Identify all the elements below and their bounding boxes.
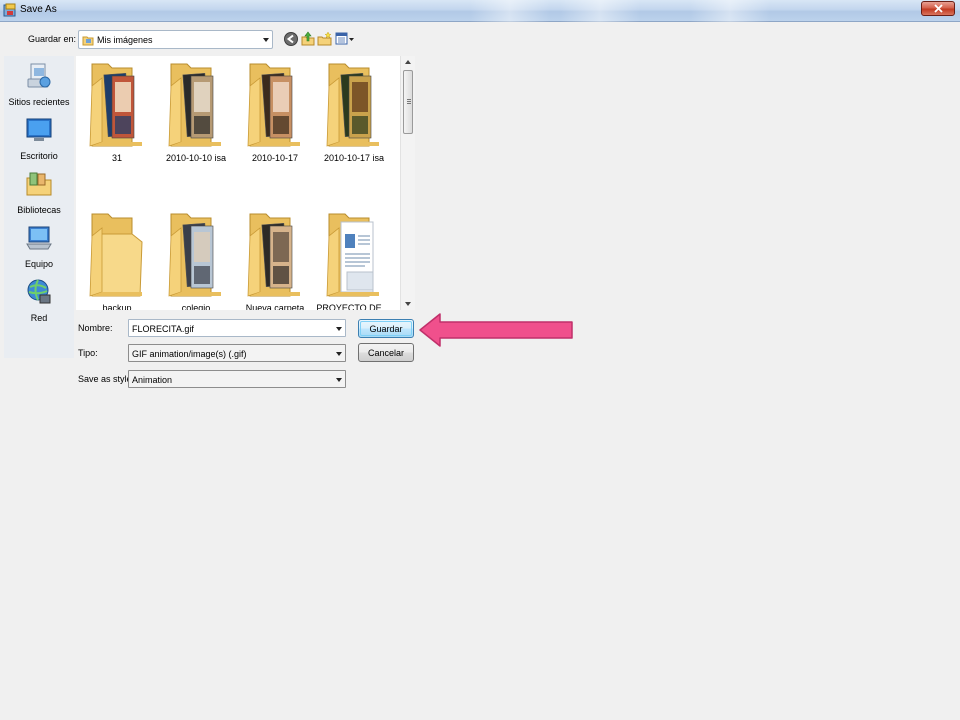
folder-item[interactable]: 2010-10-17 <box>236 56 314 186</box>
up-folder-icon[interactable] <box>300 31 316 47</box>
places-bar: Sitios recientes Escritorio Bibliotecas … <box>4 56 74 358</box>
save-style-select[interactable]: Animation <box>128 370 346 388</box>
scroll-up-arrow-icon[interactable] <box>405 60 411 64</box>
title-bar-highlight <box>560 0 640 22</box>
folder-name: colegio <box>181 303 211 310</box>
place-libraries[interactable]: Bibliotecas <box>4 170 74 220</box>
close-icon <box>933 4 943 13</box>
folder-name: backup <box>102 303 132 310</box>
folder-icon <box>247 213 300 297</box>
file-type-label: Tipo: <box>78 348 98 358</box>
chevron-down-icon[interactable] <box>336 378 342 382</box>
save-style-value: Animation <box>132 375 173 385</box>
file-name-label: Nombre: <box>78 323 113 333</box>
folder-name: 2010-10-17 <box>251 153 299 163</box>
title-bar: Save As <box>0 0 960 22</box>
folder-item[interactable]: 2010-10-17 isa <box>315 56 393 186</box>
libraries-icon <box>26 172 52 196</box>
folder-item[interactable]: colegio <box>157 206 235 310</box>
folder-icon <box>326 63 379 147</box>
scroll-down-arrow-icon[interactable] <box>405 302 411 306</box>
chevron-down-icon[interactable] <box>336 352 342 356</box>
folder-icon <box>326 213 379 297</box>
view-menu-icon[interactable] <box>335 31 355 47</box>
chevron-down-icon[interactable] <box>263 38 269 42</box>
title-bar-highlight <box>470 0 550 22</box>
annotation-arrow <box>419 313 573 347</box>
cancel-button[interactable]: Cancelar <box>358 343 414 362</box>
folder-icon <box>168 213 221 297</box>
network-icon <box>27 279 51 304</box>
place-network[interactable]: Red <box>4 278 74 328</box>
folder-icon <box>89 63 142 147</box>
place-desktop[interactable]: Escritorio <box>4 116 74 166</box>
recent-places-icon <box>27 63 51 88</box>
new-folder-icon[interactable] <box>317 31 333 47</box>
save-style-label: Save as style: <box>78 374 135 384</box>
computer-icon <box>26 226 52 250</box>
app-icon <box>3 3 16 17</box>
back-icon[interactable] <box>283 31 299 47</box>
window-title: Save As <box>20 4 57 15</box>
desktop-icon <box>26 118 52 141</box>
scrollbar-thumb[interactable] <box>403 70 413 134</box>
place-label: Red <box>30 313 48 323</box>
folder-name: PROYECTO DE ... <box>316 303 392 310</box>
place-label: Equipo <box>24 259 54 269</box>
file-name-value: FLORECITA.gif <box>132 324 194 334</box>
folder-item[interactable]: Nueva carpeta <box>236 206 314 310</box>
folder-name: 2010-10-17 isa <box>323 153 385 163</box>
place-label: Escritorio <box>20 151 58 161</box>
save-in-dropdown[interactable]: Mis imágenes <box>78 30 273 49</box>
folder-item[interactable]: 31 <box>78 56 156 186</box>
vertical-scrollbar[interactable] <box>400 56 415 310</box>
pictures-folder-icon <box>82 36 94 46</box>
folder-icon <box>89 213 143 297</box>
folder-item[interactable]: PROYECTO DE ... <box>315 206 393 310</box>
folder-icon <box>168 63 221 147</box>
folder-name: Nueva carpeta <box>245 303 305 310</box>
file-type-value: GIF animation/image(s) (.gif) <box>132 349 247 359</box>
close-button[interactable] <box>921 1 955 16</box>
place-label: Bibliotecas <box>17 205 61 215</box>
folder-item[interactable]: 2010-10-10 isa <box>157 56 235 186</box>
folder-icon <box>247 63 300 147</box>
folder-name: 2010-10-10 isa <box>165 153 227 163</box>
title-bar-highlight <box>690 0 770 22</box>
place-computer[interactable]: Equipo <box>4 224 74 274</box>
place-recent[interactable]: Sitios recientes <box>4 62 74 112</box>
folder-item[interactable]: backup <box>78 206 156 310</box>
save-in-value: Mis imágenes <box>97 35 153 45</box>
save-in-label: Guardar en: <box>28 34 77 44</box>
save-button[interactable]: Guardar <box>358 319 414 338</box>
place-label: Sitios recientes <box>8 97 70 107</box>
file-type-select[interactable]: GIF animation/image(s) (.gif) <box>128 344 346 362</box>
file-name-input[interactable]: FLORECITA.gif <box>128 319 346 337</box>
file-list[interactable]: 31 2010-10-10 isa 2010-10-17 2010-10-17 isa… <box>76 56 415 310</box>
grip-icon <box>407 99 411 100</box>
folder-name: 31 <box>111 153 122 163</box>
chevron-down-icon[interactable] <box>336 327 342 331</box>
